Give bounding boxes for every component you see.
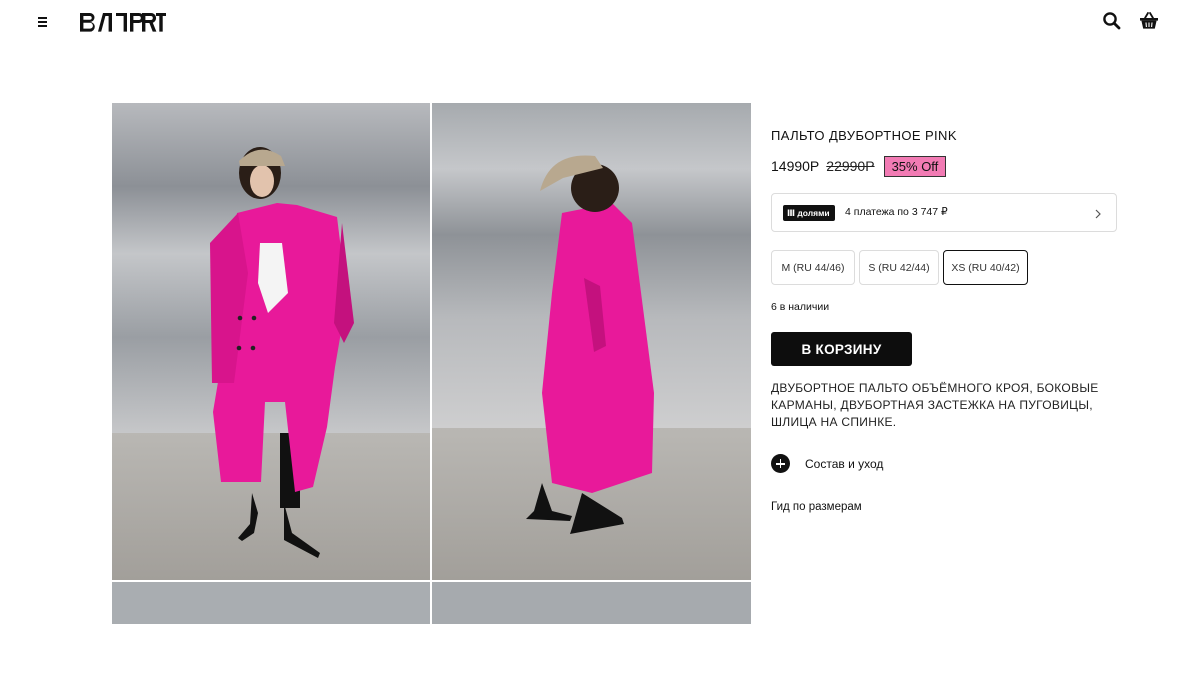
product-description: ДВУБОРТНОЕ ПАЛЬТО ОБЪЁМНОГО КРОЯ, БОКОВЫ… — [771, 381, 1099, 429]
search-icon[interactable] — [1102, 11, 1122, 31]
site-header — [0, 0, 1200, 44]
product-photo-side[interactable] — [432, 103, 751, 580]
size-option-s[interactable]: S (RU 42/44) — [859, 250, 939, 285]
size-option-xs[interactable]: XS (RU 40/42) — [943, 250, 1028, 285]
stock-status: 6 в наличии — [771, 301, 830, 313]
discount-badge: 35% Off — [883, 155, 947, 177]
chevron-right-icon — [1092, 207, 1104, 219]
product-photo-front[interactable] — [112, 103, 430, 580]
product-title: ПАЛЬТО ДВУБОРТНОЕ PINK — [771, 128, 957, 143]
dolyami-badge: Ⅲ долями — [783, 205, 835, 221]
old-price: 22990Р — [826, 158, 875, 174]
size-selector: M (RU 44/46) S (RU 42/44) XS (RU 40/42) — [771, 250, 1028, 285]
product-gallery — [112, 103, 751, 624]
basket-icon[interactable] — [1138, 10, 1160, 32]
product-photo-closeup[interactable] — [112, 582, 430, 624]
product-photo-closeup[interactable] — [432, 582, 751, 624]
composition-label: Состав и уход — [805, 456, 884, 471]
plus-icon — [771, 454, 790, 473]
composition-toggle[interactable]: Состав и уход — [771, 454, 883, 473]
hamburger-icon[interactable] — [37, 15, 51, 29]
size-guide-link[interactable]: Гид по размерам — [771, 501, 862, 513]
installments-widget[interactable]: Ⅲ долями 4 платежа по 3 747 ₽ — [771, 193, 1117, 232]
add-to-cart-button[interactable]: В КОРЗИНУ — [771, 332, 912, 366]
current-price: 14990Р — [771, 158, 820, 174]
price-row: 14990Р 22990Р 35% Off — [771, 155, 947, 177]
installments-text: 4 платежа по 3 747 ₽ — [845, 206, 948, 218]
site-logo[interactable] — [80, 11, 166, 33]
size-option-m[interactable]: M (RU 44/46) — [771, 250, 855, 285]
